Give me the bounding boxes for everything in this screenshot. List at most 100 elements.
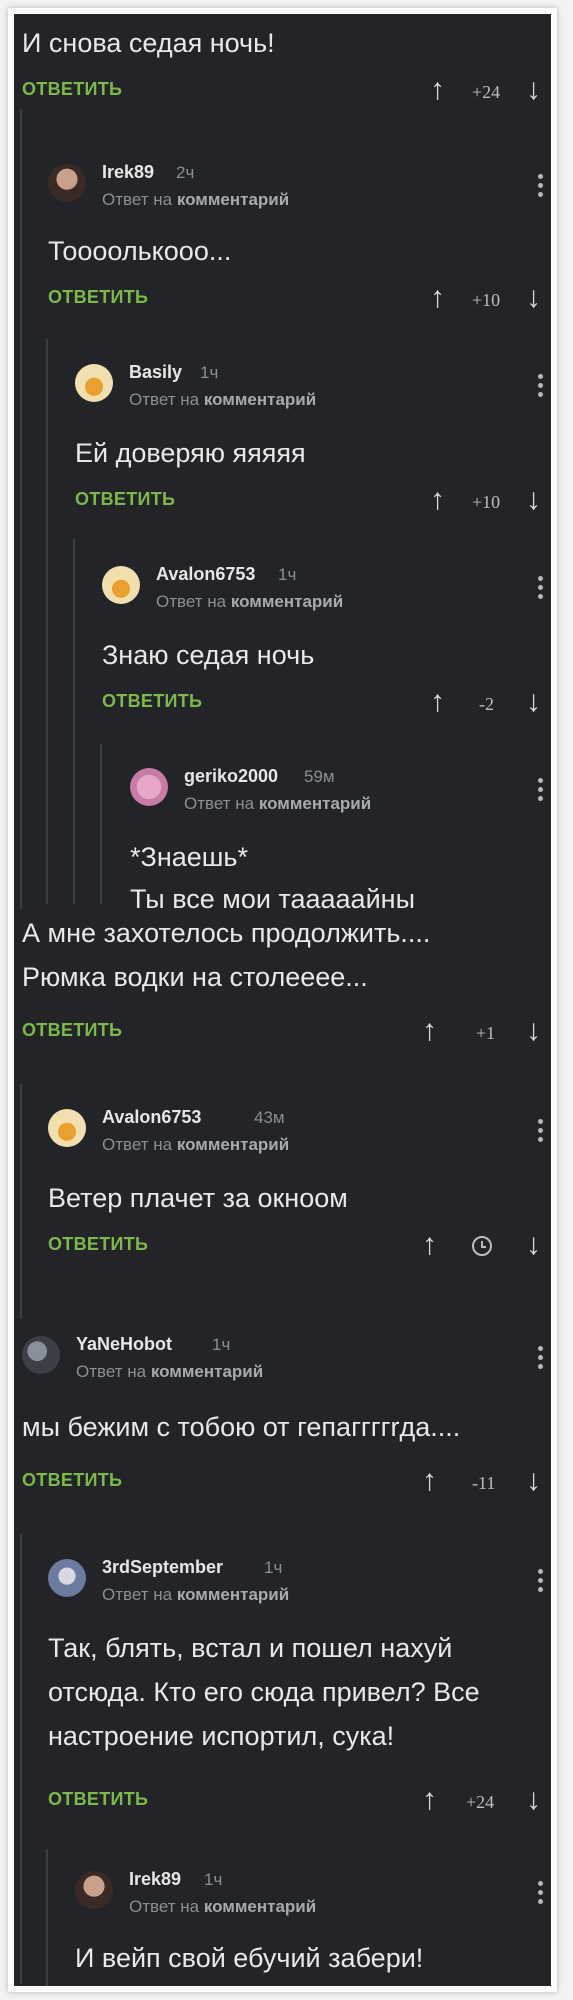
avatar[interactable] [22, 1336, 60, 1374]
reply-button[interactable]: ОТВЕТИТЬ [22, 79, 122, 100]
reply-button[interactable]: ОТВЕТИТЬ [75, 489, 175, 510]
upvote-arrow-icon[interactable]: ↑ [430, 687, 445, 717]
comment-time: 1ч [204, 1870, 223, 1889]
reply-to-line: Ответ на комментарий [129, 1897, 317, 1916]
more-options-icon[interactable] [538, 1569, 544, 1596]
more-options-icon[interactable] [538, 778, 544, 805]
reply-to-link[interactable]: комментарий [259, 794, 371, 813]
avatar[interactable] [102, 566, 140, 604]
downvote-arrow-icon[interactable]: ↓ [526, 1466, 541, 1496]
comment-time: 43м [254, 1108, 285, 1127]
comment-text: настроение испортил, сука! [48, 1721, 395, 1751]
downvote-arrow-icon[interactable]: ↓ [526, 1785, 541, 1815]
comment-text: Ей доверяю яяяяя [75, 438, 306, 468]
comment-score: +10 [472, 492, 501, 512]
comment: Irek89 1ч Ответ на комментарий И вейп св… [14, 1859, 551, 1986]
reply-to-line: Ответ на комментарий [76, 1362, 264, 1381]
reply-to-link[interactable]: комментарий [177, 1135, 289, 1154]
username[interactable]: Avalon6753 [156, 564, 255, 585]
upvote-arrow-icon[interactable]: ↑ [430, 75, 445, 105]
more-options-icon[interactable] [538, 576, 544, 603]
comment-time: 2ч [176, 163, 195, 182]
comment-score: +10 [472, 290, 501, 310]
reply-button[interactable]: ОТВЕТИТЬ [102, 691, 202, 712]
comment-score: -2 [479, 694, 494, 714]
reply-to-line: Ответ на комментарий [184, 794, 372, 813]
comment-time: 1ч [212, 1335, 231, 1354]
username[interactable]: YaNeHobot [76, 1334, 172, 1355]
avatar[interactable] [130, 768, 168, 806]
reply-to-line: Ответ на комментарий [102, 1585, 290, 1604]
comment-text: Ветер плачет за окноом [48, 1183, 348, 1213]
comment-text: Так, блять, встал и пошел нахуй [48, 1633, 453, 1663]
reply-to-link[interactable]: комментарий [204, 390, 316, 409]
comment-time: 1ч [278, 565, 297, 584]
reply-to-line: Ответ на комментарий [156, 592, 344, 611]
comment: geriko2000 59м Ответ на комментарий *Зна… [14, 756, 551, 914]
upvote-arrow-icon[interactable]: ↑ [430, 485, 445, 515]
username[interactable]: geriko2000 [184, 766, 278, 787]
downvote-arrow-icon[interactable]: ↓ [526, 1016, 541, 1046]
more-options-icon[interactable] [538, 1119, 544, 1146]
avatar[interactable] [48, 1559, 86, 1597]
comment-score: -11 [472, 1473, 496, 1493]
avatar[interactable] [75, 1871, 113, 1909]
downvote-arrow-icon[interactable]: ↓ [526, 75, 541, 105]
reply-to-line: Ответ на комментарий [102, 190, 290, 209]
comment: Avalon6753 43м Ответ на комментарий Вете… [14, 1097, 551, 1277]
comment-time: 1ч [264, 1558, 283, 1577]
downvote-arrow-icon[interactable]: ↓ [526, 283, 541, 313]
avatar[interactable] [48, 1109, 86, 1147]
reply-to-link[interactable]: комментарий [177, 1585, 289, 1604]
comment-score: +24 [472, 82, 501, 102]
reply-to-link[interactable]: комментарий [177, 190, 289, 209]
reply-button[interactable]: ОТВЕТИТЬ [48, 287, 148, 308]
reply-to-link[interactable]: комментарий [204, 1897, 316, 1916]
reply-button[interactable]: ОТВЕТИТЬ [48, 1789, 148, 1810]
comment-text: И вейп свой ебучий забери! [75, 1943, 424, 1973]
reply-to-line: Ответ на комментарий [129, 390, 317, 409]
more-options-icon[interactable] [538, 174, 544, 201]
comment-text: А мне захотелось продолжить.... [22, 918, 431, 948]
comment-text: мы бежим с тобою от гепаггггrда.... [22, 1412, 461, 1442]
upvote-arrow-icon[interactable]: ↑ [422, 1230, 437, 1260]
comment: Basily 1ч Ответ на комментарий Ей доверя… [14, 352, 551, 532]
upvote-arrow-icon[interactable]: ↑ [422, 1466, 437, 1496]
username[interactable]: Avalon6753 [102, 1107, 201, 1128]
comment: Avalon6753 1ч Ответ на комментарий Знаю … [14, 554, 551, 734]
upvote-arrow-icon[interactable]: ↑ [430, 283, 445, 313]
comment: А мне захотелось продолжить.... Рюмка во… [14, 912, 551, 1062]
downvote-arrow-icon[interactable]: ↓ [526, 1230, 541, 1260]
reply-button[interactable]: ОТВЕТИТЬ [22, 1020, 122, 1041]
downvote-arrow-icon[interactable]: ↓ [526, 485, 541, 515]
comment-text: отсюда. Кто его сюда привел? Все [48, 1677, 480, 1707]
comment-text: И снова седая ночь! [22, 28, 275, 58]
username[interactable]: Irek89 [102, 162, 154, 183]
comment-top: И снова седая ночь! ОТВЕТИТЬ ↑ +24 ↓ [14, 14, 551, 109]
comment-text: *Знаешь* [130, 842, 248, 872]
comment-text: Знаю седая ночь [102, 640, 315, 670]
username[interactable]: Irek89 [129, 1869, 181, 1890]
reply-to-link[interactable]: комментарий [151, 1362, 263, 1381]
more-options-icon[interactable] [538, 1346, 544, 1373]
upvote-arrow-icon[interactable]: ↑ [422, 1016, 437, 1046]
reply-to-line: Ответ на комментарий [102, 1135, 290, 1154]
avatar[interactable] [75, 364, 113, 402]
comment-score: +1 [476, 1023, 496, 1043]
avatar[interactable] [48, 164, 86, 202]
username[interactable]: 3rdSeptember [102, 1557, 223, 1578]
upvote-arrow-icon[interactable]: ↑ [422, 1785, 437, 1815]
more-options-icon[interactable] [538, 374, 544, 401]
comment: 3rdSeptember 1ч Ответ на комментарий Так… [14, 1547, 551, 1837]
comment-time: 59м [304, 767, 335, 786]
reply-button[interactable]: ОТВЕТИТЬ [48, 1234, 148, 1255]
downvote-arrow-icon[interactable]: ↓ [526, 687, 541, 717]
username[interactable]: Basily [129, 362, 182, 383]
comments-screen: И снова седая ночь! ОТВЕТИТЬ ↑ +24 ↓ Ire… [14, 14, 551, 1986]
reply-button[interactable]: ОТВЕТИТЬ [22, 1470, 122, 1491]
comment: YaNeHobot 1ч Ответ на комментарий мы беж… [14, 1324, 551, 1514]
more-options-icon[interactable] [538, 1881, 544, 1908]
screenshot-frame: И снова седая ночь! ОТВЕТИТЬ ↑ +24 ↓ Ire… [8, 8, 557, 1992]
comment-time: 1ч [200, 363, 219, 382]
reply-to-link[interactable]: комментарий [231, 592, 343, 611]
